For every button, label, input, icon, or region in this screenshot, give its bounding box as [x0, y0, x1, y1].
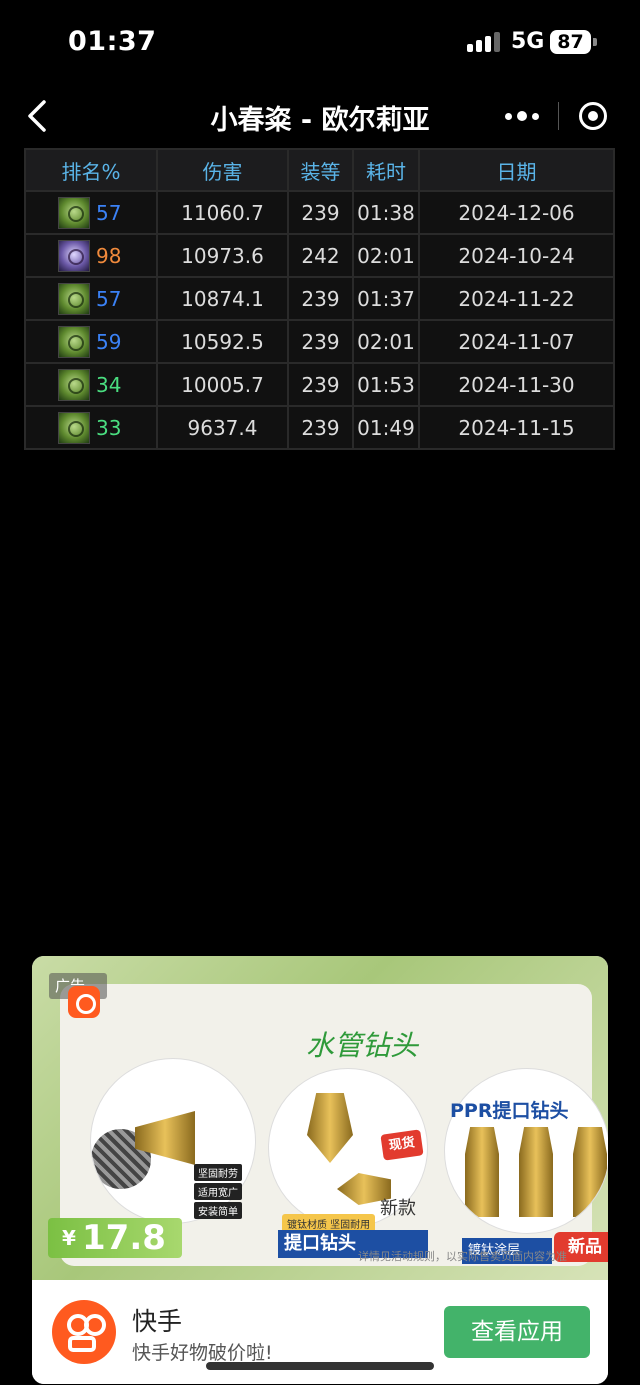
app-name: 快手 — [132, 1307, 183, 1336]
table-header-row: 排名% 伤害 装等 耗时 日期 — [26, 150, 613, 190]
ranking-table: 排名% 伤害 装等 耗时 日期 57 11060.7 239 01:38 2024-12… — [24, 148, 615, 450]
ilvl-cell: 239 — [289, 321, 352, 362]
date-cell: 2024-11-07 — [420, 321, 613, 362]
target-icon[interactable] — [579, 102, 607, 130]
ilvl-cell: 239 — [289, 364, 352, 405]
duration-cell: 01:53 — [354, 364, 418, 405]
rank-cell: 57 — [26, 192, 156, 233]
header-damage: 伤害 — [158, 150, 287, 190]
ad-banner-image[interactable]: 广告 水管钻头 PPR提口钻头 坚固耐劳 适用宽广 安装简单 现货 镀钛材质 坚… — [32, 956, 608, 1280]
rank-percent: 33 — [96, 415, 122, 440]
rank-percent: 57 — [96, 200, 122, 225]
rank-cell: 33 — [26, 407, 156, 448]
rank-cell: 34 — [26, 364, 156, 405]
network-label: 5G — [511, 29, 545, 54]
duration-cell: 02:01 — [354, 235, 418, 276]
ilvl-cell: 239 — [289, 278, 352, 319]
feature-item: 适用宽广 — [194, 1183, 242, 1200]
table-row[interactable]: 57 10874.1 239 01:37 2024-11-22 — [26, 278, 613, 319]
status-time: 01:37 — [68, 26, 157, 57]
signal-icon — [467, 32, 501, 52]
ad-headline: 水管钻头 — [306, 1029, 419, 1062]
kuaishou-logo-icon — [52, 1300, 116, 1364]
table-row[interactable]: 98 10973.6 242 02:01 2024-10-24 — [26, 235, 613, 276]
date-cell: 2024-11-22 — [420, 278, 613, 319]
spec-icon — [58, 239, 90, 272]
capsule-divider — [558, 102, 559, 130]
feature-item: 坚固耐劳 — [194, 1164, 242, 1181]
spec-icon — [58, 325, 90, 358]
damage-cell: 9637.4 — [158, 407, 287, 448]
ad-disclaimer: 详情见活动规则，以实际售卖页面内容为准 — [358, 1250, 567, 1263]
product-circle-3 — [444, 1068, 608, 1234]
date-cell: 2024-10-24 — [420, 235, 613, 276]
feature-list: 坚固耐劳 适用宽广 安装简单 — [194, 1164, 242, 1221]
ilvl-cell: 239 — [289, 192, 352, 233]
rank-percent: 34 — [96, 372, 122, 397]
spec-icon — [58, 368, 90, 401]
status-bar: 01:37 5G 87 — [0, 0, 640, 86]
kuaishou-logo-small — [68, 986, 100, 1018]
step-bit-image — [465, 1127, 499, 1217]
instock-badge: 现货 — [380, 1129, 424, 1161]
price-currency: ¥ — [62, 1226, 76, 1250]
duration-cell: 01:38 — [354, 192, 418, 233]
rank-cell: 57 — [26, 278, 156, 319]
duration-cell: 02:01 — [354, 321, 418, 362]
mini-program-capsule — [487, 92, 625, 140]
ellipsis-icon[interactable] — [487, 92, 557, 140]
damage-cell: 11060.7 — [158, 192, 287, 233]
step-bit-image — [573, 1127, 607, 1217]
duration-cell: 01:37 — [354, 278, 418, 319]
date-cell: 2024-11-15 — [420, 407, 613, 448]
header-duration: 耗时 — [354, 150, 418, 190]
damage-cell: 10005.7 — [158, 364, 287, 405]
damage-cell: 10592.5 — [158, 321, 287, 362]
feature-item: 安装简单 — [194, 1202, 242, 1219]
nav-bar: 小春粢 - 欧尔莉亚 — [0, 86, 640, 146]
home-indicator — [206, 1362, 434, 1370]
table-row[interactable]: 57 11060.7 239 01:38 2024-12-06 — [26, 192, 613, 233]
step-bit-image — [307, 1093, 353, 1163]
damage-cell: 10973.6 — [158, 235, 287, 276]
ilvl-cell: 242 — [289, 235, 352, 276]
rank-percent: 57 — [96, 286, 122, 311]
spec-icon — [58, 282, 90, 315]
header-rank: 排名% — [26, 150, 156, 190]
table-row[interactable]: 59 10592.5 239 02:01 2024-11-07 — [26, 321, 613, 362]
duration-cell: 01:49 — [354, 407, 418, 448]
rank-cell: 59 — [26, 321, 156, 362]
damage-cell: 10874.1 — [158, 278, 287, 319]
step-bit-image — [519, 1127, 553, 1217]
ad-card[interactable]: 广告 水管钻头 PPR提口钻头 坚固耐劳 适用宽广 安装简单 现货 镀钛材质 坚… — [32, 956, 608, 1384]
app-slogan: 快手好物破价啦! — [132, 1342, 273, 1364]
price-tag: ¥ 17.8 — [48, 1218, 182, 1258]
battery-icon: 87 — [550, 30, 591, 54]
chevron-left-icon[interactable] — [22, 94, 62, 138]
spec-icon — [58, 411, 90, 444]
date-cell: 2024-11-30 — [420, 364, 613, 405]
product-title: PPR提口钻头 — [450, 1100, 569, 1122]
rank-cell: 98 — [26, 235, 156, 276]
page-title: 小春粢 - 欧尔莉亚 — [210, 105, 430, 136]
table-row[interactable]: 34 10005.7 239 01:53 2024-11-30 — [26, 364, 613, 405]
header-ilvl: 装等 — [289, 150, 352, 190]
table-row[interactable]: 33 9637.4 239 01:49 2024-11-15 — [26, 407, 613, 448]
date-cell: 2024-12-06 — [420, 192, 613, 233]
price-value: 17.8 — [82, 1218, 166, 1258]
rank-percent: 59 — [96, 329, 122, 354]
battery-cap — [593, 38, 597, 46]
header-date: 日期 — [420, 150, 613, 190]
rank-percent: 98 — [96, 243, 122, 268]
spec-icon — [58, 196, 90, 229]
view-app-button[interactable]: 查看应用 — [444, 1306, 590, 1358]
new-style-label: 新款 — [380, 1198, 416, 1219]
ilvl-cell: 239 — [289, 407, 352, 448]
